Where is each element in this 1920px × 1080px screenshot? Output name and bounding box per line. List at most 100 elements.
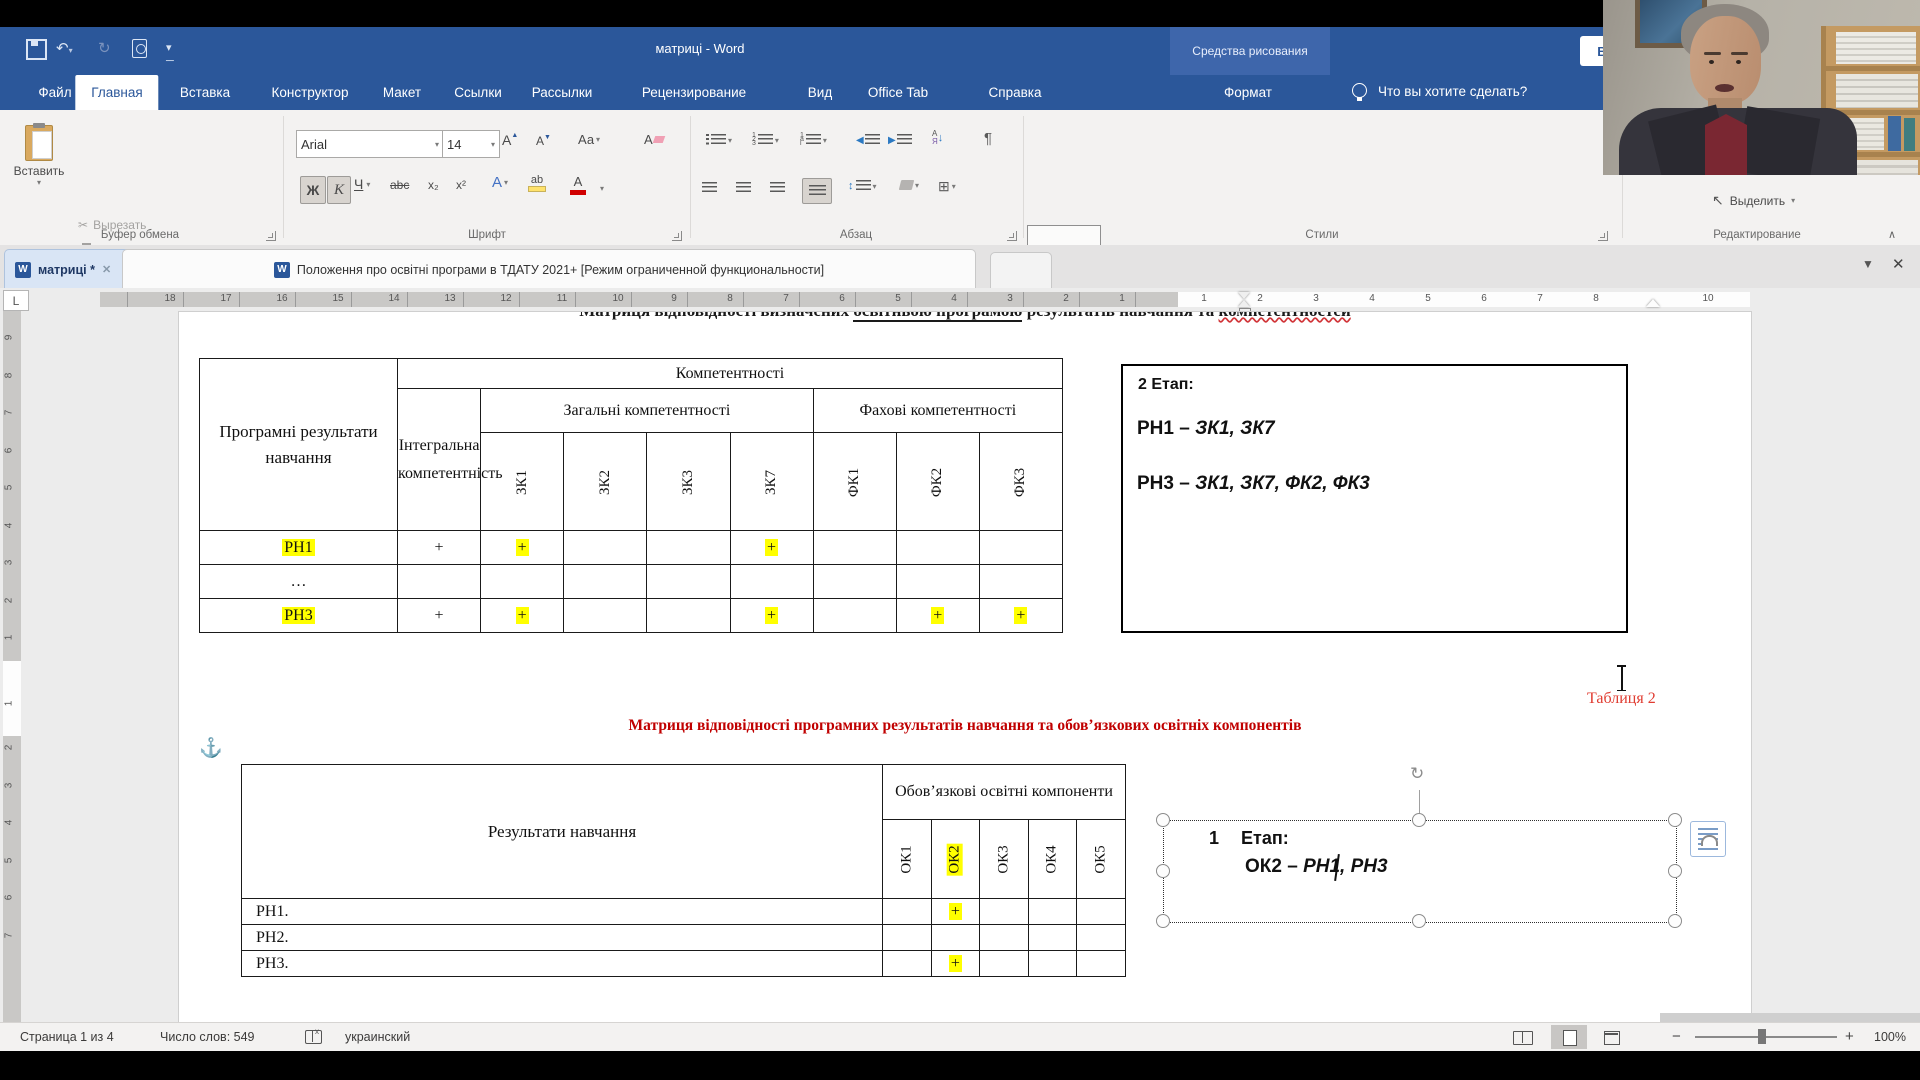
stage2-textbox[interactable]: 2 Етап: РН1 – ЗК1, ЗК7 РН3 – ЗК1, ЗК7, Ф…	[1121, 364, 1628, 633]
resize-handle[interactable]	[1412, 813, 1426, 827]
increase-indent-button[interactable]: ▶	[888, 134, 912, 146]
pilcrow-button[interactable]: ¶	[984, 130, 992, 147]
table-cell[interactable]	[564, 599, 647, 633]
horizontal-ruler[interactable]: 1817161514131211109876543211234567810	[100, 292, 1750, 307]
bullets-button[interactable]: ▾	[706, 134, 732, 146]
web-layout-icon[interactable]	[1604, 1031, 1620, 1045]
close-tab-icon[interactable]: ✕	[102, 263, 111, 276]
table-cell[interactable]	[979, 531, 1062, 565]
paste-button[interactable]: Вставить ▾	[10, 116, 68, 196]
print-preview-icon[interactable]	[132, 39, 147, 58]
tab-рецензирование[interactable]: Рецензирование	[642, 75, 746, 110]
undo-icon[interactable]: ↶▾	[56, 38, 73, 62]
resize-handle[interactable]	[1668, 813, 1682, 827]
table-cell[interactable]: +	[896, 599, 979, 633]
table-cell[interactable]: РН1.	[242, 899, 883, 925]
table-cell[interactable]	[1028, 951, 1077, 977]
resize-handle[interactable]	[1412, 914, 1426, 928]
table-cell[interactable]	[980, 951, 1029, 977]
table-cell[interactable]	[813, 599, 896, 633]
table-cell[interactable]: +	[481, 531, 564, 565]
qat-customize-icon[interactable]: ▾─	[166, 37, 174, 72]
proofing-icon[interactable]: x	[305, 1030, 322, 1044]
table-cell[interactable]: +	[730, 599, 813, 633]
underline-button[interactable]: Ч▾	[354, 176, 370, 192]
table-cell[interactable]: …	[200, 565, 398, 599]
table-cell[interactable]	[813, 531, 896, 565]
tab-close-icon[interactable]: ✕	[1892, 255, 1905, 273]
select-button[interactable]: ↖ Выделить▾	[1712, 192, 1795, 209]
font-size-combo[interactable]: 14▾	[442, 130, 500, 158]
numbering-button[interactable]: 123▾	[752, 134, 779, 146]
indent-triangle-marker[interactable]	[1646, 299, 1660, 307]
table-cell[interactable]: ОК1	[883, 820, 932, 899]
table-cell[interactable]	[398, 565, 481, 599]
learning-outcomes-table[interactable]: Результати навчанняОбов’язкові освітні к…	[241, 764, 1126, 977]
table-cell[interactable]: ФК3	[979, 433, 1062, 531]
zoom-slider-track[interactable]	[1695, 1036, 1837, 1038]
clipboard-dialog-launcher[interactable]	[266, 231, 276, 241]
table-cell[interactable]: ЗК3	[647, 433, 730, 531]
table-cell[interactable]	[980, 899, 1029, 925]
t1-header[interactable]: Компетентності	[398, 359, 1063, 389]
word-count[interactable]: Число слов: 549	[160, 1030, 255, 1044]
tab-вставка[interactable]: Вставка	[180, 75, 230, 110]
zoom-in-icon[interactable]: +	[1845, 1028, 1854, 1045]
tab-list-dropdown-icon[interactable]: ▼	[1862, 257, 1874, 271]
table-cell[interactable]	[1077, 899, 1126, 925]
layout-options-button[interactable]	[1690, 821, 1726, 857]
table-cell[interactable]: ОК2	[931, 820, 980, 899]
strikethrough-button[interactable]: abc	[390, 178, 409, 192]
table-cell[interactable]	[1077, 951, 1126, 977]
table-cell[interactable]: РН1	[200, 531, 398, 565]
paragraph-dialog-launcher[interactable]	[1007, 231, 1017, 241]
table-cell[interactable]: РН2.	[242, 925, 883, 951]
borders-button[interactable]: ⊞▾	[938, 178, 956, 195]
zoom-out-icon[interactable]: −	[1672, 1028, 1681, 1045]
table-cell[interactable]	[980, 925, 1029, 951]
read-mode-icon[interactable]	[1513, 1031, 1533, 1045]
align-center-button[interactable]	[736, 182, 751, 194]
table-cell[interactable]	[883, 951, 932, 977]
table-cell[interactable]: +	[481, 599, 564, 633]
table-cell[interactable]: ЗК7	[730, 433, 813, 531]
styles-dialog-launcher[interactable]	[1598, 231, 1608, 241]
table-cell[interactable]: Обов’язкові освітні компоненти	[883, 765, 1126, 820]
resize-handle[interactable]	[1156, 813, 1170, 827]
table-cell[interactable]: Фахові компетентності	[813, 389, 1062, 433]
subscript-button[interactable]: x₂	[428, 178, 439, 192]
tab-вид[interactable]: Вид	[808, 75, 832, 110]
font-dialog-launcher[interactable]	[672, 231, 682, 241]
collapse-ribbon-icon[interactable]: ∧	[1888, 228, 1896, 241]
first-line-indent-marker[interactable]	[1238, 292, 1250, 299]
competency-matrix-table[interactable]: Програмні результати навчанняКомпетентно…	[199, 358, 1063, 633]
table-cell[interactable]: Загальні компетентності	[481, 389, 814, 433]
table-cell[interactable]	[564, 565, 647, 599]
table-cell[interactable]	[896, 565, 979, 599]
table-cell[interactable]: +	[931, 951, 980, 977]
tab-stop-selector[interactable]: L	[3, 290, 29, 311]
italic-button[interactable]: К	[327, 176, 351, 204]
tab-файл[interactable]: Файл	[38, 75, 71, 110]
table-cell[interactable]: +	[979, 599, 1062, 633]
tab-format[interactable]: Формат	[1224, 75, 1272, 110]
table-cell[interactable]: +	[931, 899, 980, 925]
highlight-color-button[interactable]: ab	[528, 174, 546, 192]
language-indicator[interactable]: украинский	[345, 1030, 410, 1044]
document-area[interactable]: 9876543211234567 Матриця відповідності в…	[0, 311, 1920, 1022]
table-cell[interactable]	[896, 531, 979, 565]
tab-office-tab[interactable]: Office Tab	[868, 75, 928, 110]
line-spacing-button[interactable]: ↕▾	[848, 180, 877, 192]
redo-icon[interactable]: ↻	[98, 38, 111, 60]
multilevel-list-button[interactable]: 1ai▾	[800, 134, 827, 146]
tab-справка[interactable]: Справка	[989, 75, 1042, 110]
resize-handle[interactable]	[1156, 864, 1170, 878]
table-cell[interactable]	[979, 565, 1062, 599]
change-case-button[interactable]: Аа▾	[578, 132, 600, 147]
document-page[interactable]: Матриця відповідності визначених освітнь…	[178, 311, 1752, 1024]
table-cell[interactable]: +	[398, 531, 481, 565]
sort-button[interactable]: АЯ↓	[932, 130, 943, 146]
tab-ссылки[interactable]: Ссылки	[454, 75, 502, 110]
table-cell[interactable]: Результати навчання	[242, 765, 883, 899]
table-cell[interactable]: РН3.	[242, 951, 883, 977]
